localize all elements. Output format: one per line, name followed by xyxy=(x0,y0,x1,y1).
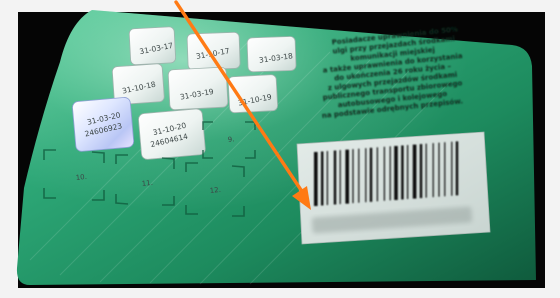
left-strip xyxy=(0,0,18,298)
slot-number: 9. xyxy=(227,135,234,144)
barcode-bar xyxy=(339,150,341,205)
validation-sticker: 31-10-17 xyxy=(186,31,241,71)
legal-text: Posiadacze uprawnienia do 50% ulgi przy … xyxy=(321,25,463,120)
barcode-bar xyxy=(432,143,434,198)
slot-number: 11. xyxy=(141,179,153,188)
barcode-bar xyxy=(419,144,423,199)
barcode-bar xyxy=(333,150,337,205)
slot-number: 10. xyxy=(75,173,87,182)
validation-sticker-holographic: 31-03-20 24606923 xyxy=(72,97,135,152)
barcode-bar xyxy=(321,151,324,206)
barcode-bar xyxy=(345,149,349,204)
slot-number: 12. xyxy=(209,186,221,195)
barcode-bar xyxy=(352,149,354,204)
validation-sticker: 31-03-17 xyxy=(128,26,176,66)
top-strip xyxy=(0,0,560,12)
barcode-bar xyxy=(407,145,409,200)
photo-canvas: 31-03-17 31-10-17 31-03-18 31-10-18 31-0… xyxy=(0,0,560,298)
barcode-bar xyxy=(358,148,360,203)
barcode-bar xyxy=(438,142,440,197)
barcode-bar xyxy=(326,151,328,206)
bottom-strip xyxy=(0,288,560,298)
validation-sticker: 31-03-18 xyxy=(246,36,297,73)
validation-sticker: 31-03-19 xyxy=(167,66,229,111)
barcode-bar xyxy=(383,146,385,201)
barcode-bar xyxy=(455,141,459,196)
photo-scene: 31-03-17 31-10-17 31-03-18 31-10-18 31-0… xyxy=(0,0,560,298)
right-strip xyxy=(545,0,560,298)
barcode-bar xyxy=(412,144,417,199)
barcode-bar xyxy=(365,148,367,203)
barcode-bar xyxy=(376,147,378,202)
id-card: 31-03-17 31-10-17 31-03-18 31-10-18 31-0… xyxy=(16,10,536,285)
barcode-bar xyxy=(451,141,453,196)
barcode-bar xyxy=(444,142,446,197)
barcode-bar xyxy=(314,152,318,206)
barcode-label xyxy=(296,131,491,245)
barcode-bar xyxy=(369,147,373,202)
barcode-bar xyxy=(394,145,398,200)
barcode-bar xyxy=(401,145,404,200)
barcode-bar xyxy=(389,146,391,201)
barcode-bar xyxy=(425,143,427,198)
validation-sticker: 31-10-20 24604614 xyxy=(138,108,206,160)
